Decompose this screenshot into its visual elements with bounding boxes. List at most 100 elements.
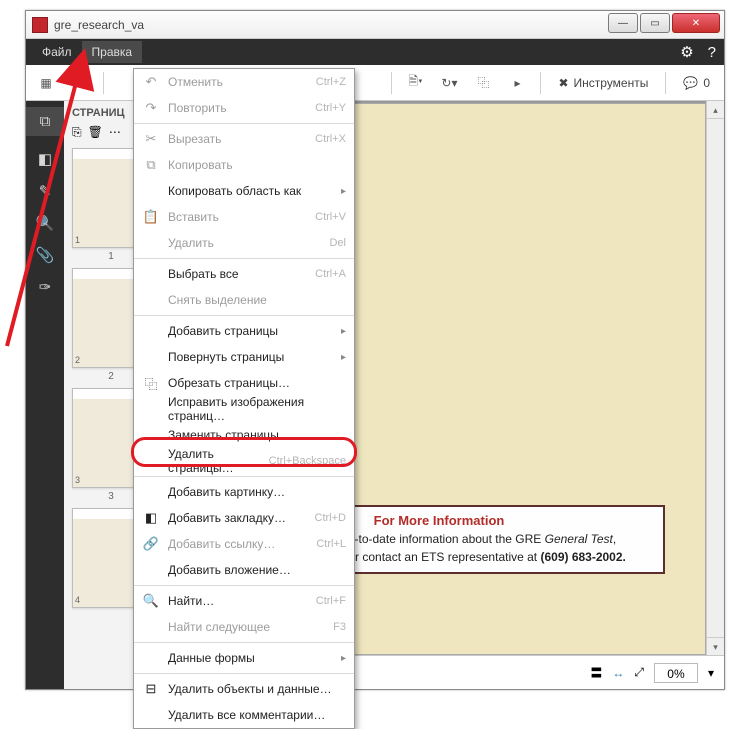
- menu-item-label: Отменить: [168, 75, 308, 89]
- panel-more-icon[interactable]: ⋯: [109, 125, 121, 140]
- menu-item[interactable]: Копировать область как ▸: [134, 178, 354, 204]
- minimize-button[interactable]: —: [608, 13, 638, 33]
- menu-item[interactable]: Исправить изображения страниц…: [134, 396, 354, 422]
- titlebar: gre_research_va — ▭ ✕: [26, 11, 724, 39]
- menu-item-label: Копировать область как: [168, 184, 333, 198]
- tools-icon: ✖: [558, 76, 568, 90]
- menu-item: Снять выделение: [134, 287, 354, 313]
- submenu-arrow-icon: ▸: [341, 326, 346, 337]
- panel-delete-icon[interactable]: 🗑: [88, 125, 103, 140]
- maximize-button[interactable]: ▭: [640, 13, 670, 33]
- menu-item-label: Вырезать: [168, 132, 307, 146]
- scroll-up-icon[interactable]: ▴: [707, 101, 724, 119]
- menu-item: Найти следующееF3: [134, 614, 354, 640]
- workspace: ⧉ ◧ ✎ 🔍 📎 ✑ СТРАНИЦ ⎘ 🗑 ⋯ 11 22 33 44: [26, 101, 724, 689]
- rail-bookmarks-icon[interactable]: ◧: [38, 150, 52, 168]
- menu-item-shortcut: Ctrl+V: [315, 211, 346, 223]
- close-button[interactable]: ✕: [672, 13, 720, 33]
- menu-item[interactable]: Добавить картинку…: [134, 479, 354, 505]
- submenu-arrow-icon: ▸: [341, 186, 346, 197]
- menu-item: ↷ Повторить Ctrl+Y: [134, 95, 354, 121]
- menu-item-shortcut: Ctrl+Z: [316, 76, 346, 88]
- menubar: Файл Правка ⚙ ?: [26, 39, 724, 65]
- menu-item-label: Снять выделение: [168, 293, 346, 307]
- menu-item-label: Найти…: [168, 594, 308, 608]
- menu-item[interactable]: Повернуть страницы▸: [134, 344, 354, 370]
- comments-button[interactable]: 💬 0: [675, 69, 718, 97]
- menu-item[interactable]: Добавить страницы ▸: [134, 318, 354, 344]
- submenu-arrow-icon: ▸: [341, 653, 346, 664]
- left-rail: ⧉ ◧ ✎ 🔍 📎 ✑: [26, 101, 64, 689]
- rail-attach-icon[interactable]: 📎: [36, 246, 55, 264]
- menu-item[interactable]: Данные формы ▸: [134, 645, 354, 671]
- menu-item-label: Повернуть страницы: [168, 350, 333, 364]
- menu-item-shortcut: Del: [329, 237, 346, 249]
- rail-pages-icon[interactable]: ⧉: [26, 107, 64, 136]
- menu-item-label: Заменить страницы…: [168, 428, 346, 442]
- fullscreen-icon[interactable]: ⤢: [634, 665, 644, 680]
- fit-horiz-icon[interactable]: ↔: [612, 666, 624, 680]
- menu-item[interactable]: Заменить страницы…: [134, 422, 354, 448]
- menu-item-label: Копировать: [168, 158, 346, 172]
- menu-item-label: Удалить: [168, 236, 321, 250]
- menu-item-shortcut: F3: [333, 621, 346, 633]
- window-controls: — ▭ ✕: [608, 13, 720, 33]
- page-add-icon[interactable]: 🗎▾: [401, 69, 429, 97]
- menu-item-label: Добавить вложение…: [168, 563, 346, 577]
- fit-width-icon[interactable]: 〓: [590, 664, 602, 681]
- rail-sign-icon[interactable]: ✑: [39, 278, 52, 296]
- menu-item-shortcut: Ctrl+Y: [315, 102, 346, 114]
- menu-item: Удалить Del: [134, 230, 354, 256]
- menu-item: 📋ВставитьCtrl+V: [134, 204, 354, 230]
- app-icon: [32, 17, 48, 33]
- menu-file[interactable]: Файл: [32, 41, 82, 63]
- menu-item-icon: ⊟: [142, 681, 160, 697]
- menu-item[interactable]: Удалить страницы…Ctrl+Backspace: [134, 448, 354, 474]
- window-title: gre_research_va: [54, 18, 144, 32]
- menu-item[interactable]: Удалить все комментарии…: [134, 702, 354, 728]
- menu-item[interactable]: 🔍Найти…Ctrl+F: [134, 588, 354, 614]
- menu-item[interactable]: Добавить вложение…: [134, 557, 354, 583]
- menu-item: ⧉ Копировать: [134, 152, 354, 178]
- menu-item[interactable]: ⿻Обрезать страницы…: [134, 370, 354, 396]
- menu-item-label: Добавить картинку…: [168, 485, 346, 499]
- menu-item-shortcut: Ctrl+Backspace: [269, 455, 346, 467]
- menu-item-icon: ↷: [142, 100, 160, 116]
- rail-edit-icon[interactable]: ✎: [39, 182, 52, 200]
- menu-item-label: Добавить страницы: [168, 324, 333, 338]
- menu-item-label: Повторить: [168, 101, 307, 115]
- rotate-icon[interactable]: ↻▾: [435, 69, 463, 97]
- app-window: gre_research_va — ▭ ✕ Файл Правка ⚙ ? ▦ …: [25, 10, 725, 690]
- menu-item-label: Удалить объекты и данные…: [168, 682, 346, 696]
- help-icon[interactable]: ?: [708, 44, 716, 61]
- menu-item: ✂ВырезатьCtrl+X: [134, 126, 354, 152]
- scroll-down-icon[interactable]: ▾: [707, 637, 724, 655]
- submenu-arrow-icon[interactable]: ▸: [503, 69, 531, 97]
- menu-item-shortcut: Ctrl+A: [315, 268, 346, 280]
- new-tab-button[interactable]: ▦: [32, 69, 60, 97]
- menu-item[interactable]: Выбрать всеCtrl+A: [134, 261, 354, 287]
- comment-icon: 💬: [683, 76, 698, 90]
- menu-item-label: Данные формы: [168, 651, 333, 665]
- edit-menu-dropdown: ↶ОтменитьCtrl+Z↷ПовторитьCtrl+Y✂Вырезать…: [133, 68, 355, 729]
- menu-item-icon: ⿻: [142, 374, 160, 393]
- rail-search-icon[interactable]: 🔍: [36, 214, 55, 232]
- menu-item-icon: 🔗: [142, 536, 160, 552]
- gear-icon[interactable]: ⚙: [680, 43, 693, 61]
- crop-icon[interactable]: ⿻: [469, 69, 497, 97]
- zoom-dropdown-arrow-icon[interactable]: ▾: [708, 666, 714, 680]
- toolbar: ▦ ＋ 🗎▾ ↻▾ ⿻ ▸ ✖ Инструменты 💬 0: [26, 65, 724, 101]
- vertical-scrollbar[interactable]: ▴ ▾: [706, 101, 724, 655]
- menu-item-icon: ⧉: [142, 157, 160, 173]
- panel-copy-icon[interactable]: ⎘: [72, 125, 82, 140]
- instruments-button[interactable]: ✖ Инструменты: [550, 69, 656, 97]
- add-button[interactable]: ＋: [66, 69, 94, 97]
- zoom-field[interactable]: 0%: [654, 663, 698, 683]
- menu-edit[interactable]: Правка: [82, 41, 143, 63]
- menu-item-shortcut: Ctrl+L: [316, 538, 346, 550]
- menu-item[interactable]: ⊟ Удалить объекты и данные…: [134, 676, 354, 702]
- menu-item-shortcut: Ctrl+D: [315, 512, 346, 524]
- menu-item-label: Добавить ссылку…: [168, 537, 308, 551]
- menu-item[interactable]: ◧Добавить закладку…Ctrl+D: [134, 505, 354, 531]
- menu-item: ↶ОтменитьCtrl+Z: [134, 69, 354, 95]
